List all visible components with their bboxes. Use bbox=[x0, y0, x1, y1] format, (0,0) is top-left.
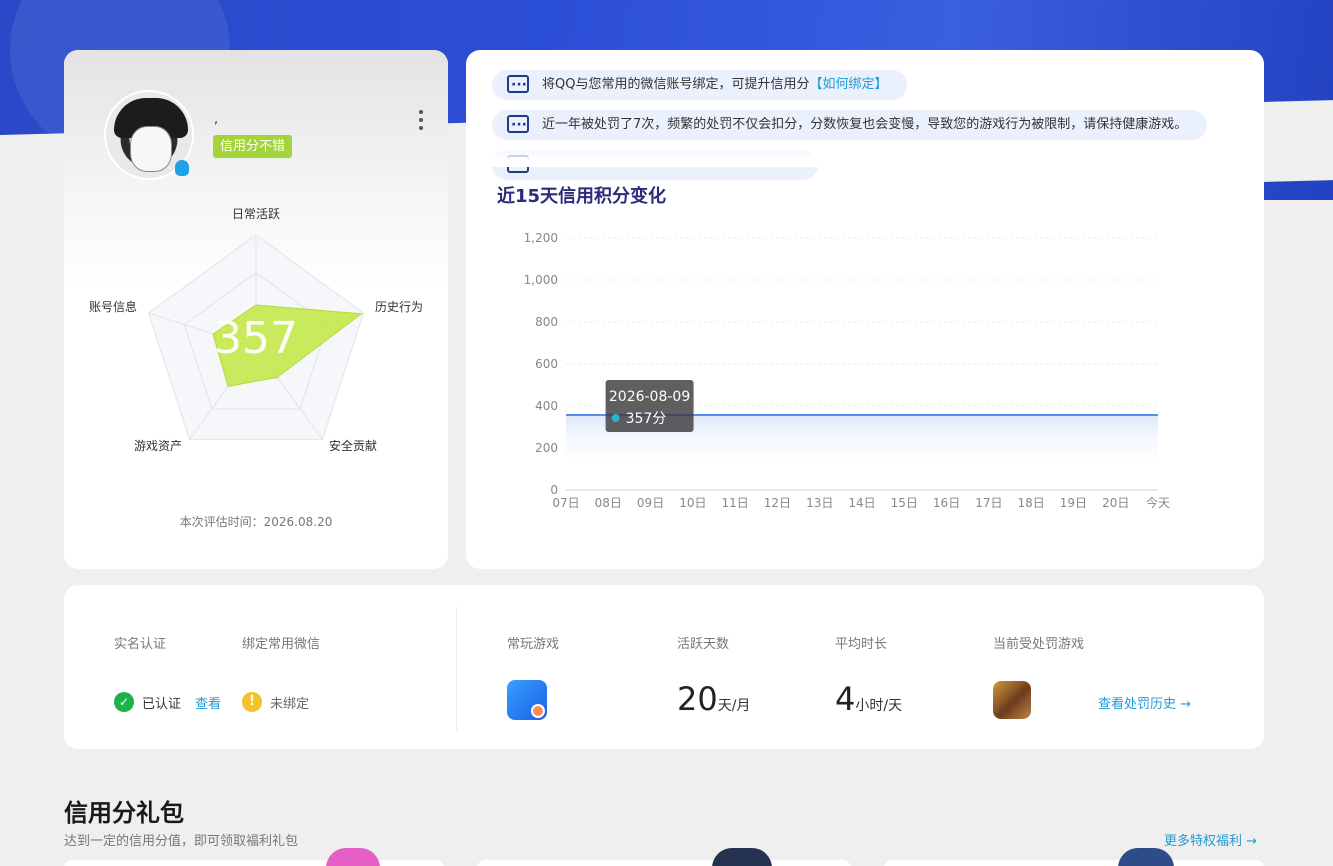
eval-time-value: 2026.08.20 bbox=[263, 515, 333, 529]
tip-bind-wechat: 将QQ与您常用的微信账号绑定，可提升信用分【如何绑定】 bbox=[492, 70, 908, 100]
real-name-label: 实名认证 bbox=[114, 637, 167, 652]
real-name-status: ✓ 已认证 查看 bbox=[114, 692, 221, 712]
avatar-face bbox=[130, 126, 172, 172]
active-days-label: 活跃天数 bbox=[677, 637, 730, 652]
tip-penalty: 近一年被处罚了7次，频繁的处罚不仅会扣分，分数恢复也会变慢，导致您的游戏行为被限… bbox=[492, 110, 1208, 140]
line-chart: 0 200 400 600 800 1,000 1,200 07日 08日 09日 10日 11日 12… bbox=[524, 231, 1170, 510]
avg-time-label: 平均时长 bbox=[835, 637, 888, 652]
avg-time-unit: 小时/天 bbox=[855, 698, 903, 714]
credit-score: 357 bbox=[214, 313, 298, 364]
eval-time-label: 本次评估时间： bbox=[179, 515, 264, 529]
message-icon bbox=[507, 110, 529, 140]
wechat-status: ! 未绑定 bbox=[242, 692, 309, 712]
view-real-name-link[interactable]: 查看 bbox=[195, 693, 221, 712]
x-tick-label: 12日 bbox=[764, 496, 791, 510]
x-tick-label: 15日 bbox=[891, 496, 918, 510]
gift-image-2 bbox=[712, 848, 772, 866]
gift-title: 信用分礼包 bbox=[64, 799, 184, 827]
gift-card-3[interactable] bbox=[884, 860, 1264, 866]
y-tick-label: 800 bbox=[535, 315, 558, 329]
frequent-game-label: 常玩游戏 bbox=[507, 637, 560, 652]
x-tick-label: 18日 bbox=[1018, 496, 1045, 510]
eval-time: 本次评估时间：2026.08.20 bbox=[64, 513, 448, 530]
wechat-label: 绑定常用微信 bbox=[242, 637, 321, 652]
frequent-game-icon[interactable] bbox=[507, 680, 547, 720]
active-days-unit: 天/月 bbox=[717, 698, 751, 714]
message-icon bbox=[507, 70, 529, 100]
tip-text: 近一年被处罚了7次，频繁的处罚不仅会扣分，分数恢复也会变慢，导致您的游戏行为被限… bbox=[542, 117, 1188, 132]
gift-card-2[interactable] bbox=[477, 860, 851, 866]
wechat-status-text: 未绑定 bbox=[270, 696, 310, 712]
x-tick-label: 20日 bbox=[1102, 496, 1129, 510]
gift-image-3 bbox=[1118, 848, 1174, 866]
how-to-bind-link[interactable]: 【如何绑定】 bbox=[809, 77, 887, 92]
profile-card: , 信用分不错 日常活跃 历史行为 安全贡献 游戏资产 账号信息 357 本次评… bbox=[64, 50, 448, 569]
y-tick-label: 1,000 bbox=[524, 273, 558, 287]
y-tick-label: 0 bbox=[550, 483, 558, 497]
x-tick-label: 11日 bbox=[722, 496, 749, 510]
gift-card-1[interactable] bbox=[64, 860, 444, 866]
x-tick-label: 14日 bbox=[848, 496, 875, 510]
credit-trend-card: 将QQ与您常用的微信账号绑定，可提升信用分【如何绑定】 近一年被处罚了7次，频繁… bbox=[466, 50, 1264, 569]
x-tick-label: 今天 bbox=[1146, 495, 1170, 510]
gift-image-1 bbox=[326, 848, 380, 866]
tooltip-value: 357分 bbox=[626, 411, 667, 427]
tip-text: 将QQ与您常用的微信账号绑定，可提升信用分 bbox=[542, 77, 810, 92]
gift-subtitle: 达到一定的信用分值，即可领取福利礼包 bbox=[64, 834, 299, 849]
account-stats-card: 实名认证 绑定常用微信 ✓ 已认证 查看 ! 未绑定 常玩游戏 活跃天数 平均时… bbox=[64, 585, 1264, 749]
x-tick-label: 16日 bbox=[933, 496, 960, 510]
x-tick-label: 09日 bbox=[637, 496, 664, 510]
penalty-game-label: 当前受处罚游戏 bbox=[993, 637, 1085, 652]
real-name-status-text: 已认证 bbox=[142, 696, 182, 712]
y-tick-label: 400 bbox=[535, 399, 558, 413]
x-tick-label: 10日 bbox=[679, 496, 706, 510]
x-tick-label: 07日 bbox=[552, 496, 579, 510]
x-tick-label: 19日 bbox=[1060, 496, 1087, 510]
active-days: 20天/月 bbox=[677, 680, 750, 718]
exclamation-circle-icon: ! bbox=[242, 692, 262, 712]
more-benefits-link[interactable]: 更多特权福利 → bbox=[1164, 830, 1257, 849]
penalty-game-icon[interactable] bbox=[993, 681, 1031, 719]
avg-time: 4小时/天 bbox=[835, 680, 902, 718]
x-tick-label: 08日 bbox=[595, 496, 622, 510]
radar-chart: 357 bbox=[147, 234, 365, 440]
x-tick-label: 13日 bbox=[806, 496, 833, 510]
credit-badge: 信用分不错 bbox=[213, 135, 293, 158]
y-tick-label: 200 bbox=[535, 441, 558, 455]
tooltip-marker bbox=[611, 414, 620, 423]
tooltip-date: 2026-08-09 bbox=[609, 389, 690, 405]
chart-title: 近15天信用积分变化 bbox=[497, 186, 667, 207]
qq-icon bbox=[175, 160, 189, 176]
penalty-history-link[interactable]: 查看处罚历史 → bbox=[1098, 693, 1191, 712]
y-tick-label: 600 bbox=[535, 357, 558, 371]
nickname: , bbox=[214, 112, 219, 127]
x-tick-label: 17日 bbox=[975, 496, 1002, 510]
active-days-value: 20 bbox=[677, 680, 718, 718]
divider bbox=[456, 607, 457, 731]
y-tick-label: 1,200 bbox=[524, 231, 558, 245]
avg-time-value: 4 bbox=[835, 680, 856, 718]
check-circle-icon: ✓ bbox=[114, 692, 134, 712]
tip-fade bbox=[466, 145, 1264, 167]
more-vertical-icon[interactable] bbox=[416, 110, 426, 134]
